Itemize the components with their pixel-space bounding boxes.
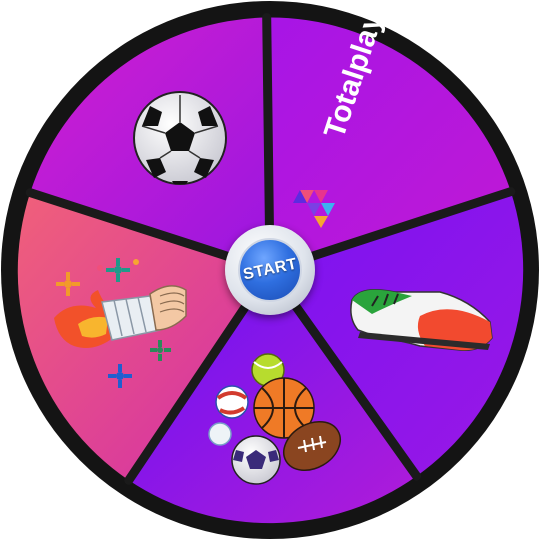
soccer-ball-icon <box>133 91 227 185</box>
start-button[interactable]: START <box>225 225 315 315</box>
start-button-face[interactable]: START <box>238 238 302 302</box>
start-button-label: START <box>241 255 299 284</box>
spin-wheel-game: Totalplay® START <box>0 0 540 540</box>
